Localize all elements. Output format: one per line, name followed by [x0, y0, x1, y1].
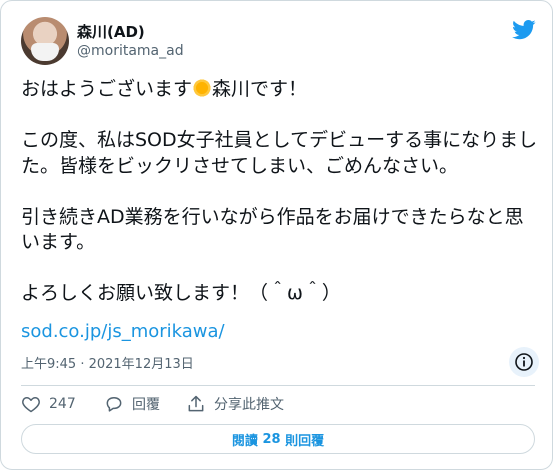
read-replies-button[interactable]: 閱讀 28 則回覆	[21, 424, 535, 454]
tweet-paragraph-2: この度、私はSOD女子社員としてデビューする事になりました。皆様をビックリさせて…	[21, 129, 538, 177]
share-button[interactable]: 分享此推文	[186, 393, 284, 415]
avatar[interactable]	[21, 17, 69, 65]
reply-button[interactable]: 回覆	[104, 393, 160, 415]
tweet-paragraph-4: よろしくお願い致します！（＾ω＾）	[21, 282, 341, 304]
share-icon	[188, 395, 204, 412]
greeting-text: おはようございます	[21, 78, 193, 100]
tweet-link[interactable]: sod.co.jp/js_morikawa/	[21, 321, 225, 342]
read-replies-suffix: 則回覆	[285, 433, 325, 449]
reply-label: 回覆	[132, 397, 160, 413]
tweet-line-1: おはようございます 森川です！	[21, 77, 541, 103]
info-icon	[515, 353, 533, 371]
tweet-timestamp[interactable]: 上午9:45 · 2021年12月13日	[21, 353, 194, 372]
read-replies-prefix: 閱讀	[231, 433, 258, 449]
twitter-bird-icon[interactable]	[512, 20, 536, 40]
sun-with-face-emoji-icon	[192, 78, 213, 98]
read-replies-count: 28	[262, 431, 281, 447]
like-button[interactable]: 247	[21, 393, 76, 415]
intro-text: 森川です！	[212, 78, 308, 100]
share-label: 分享此推文	[214, 397, 284, 413]
divider	[21, 385, 535, 386]
avatar-face-mask	[31, 43, 59, 61]
info-button[interactable]	[509, 347, 539, 377]
heart-icon	[22, 397, 40, 413]
reply-icon	[106, 397, 122, 412]
author-name[interactable]: 森川(AD)	[77, 21, 145, 42]
tweet-paragraph-3: 引き続きAD業務を行いながら作品をお届けできたらなと思います。	[21, 205, 524, 254]
like-count: 247	[49, 396, 76, 412]
tweet-card: 森川(AD) @moritama_ad おはようございます 森川です！ この度、私…	[0, 0, 553, 470]
tweet-text: おはようございます 森川です！ この度、私はSOD女子社員としてデビューする事にな…	[21, 77, 541, 307]
author-handle[interactable]: @moritama_ad	[77, 43, 184, 59]
